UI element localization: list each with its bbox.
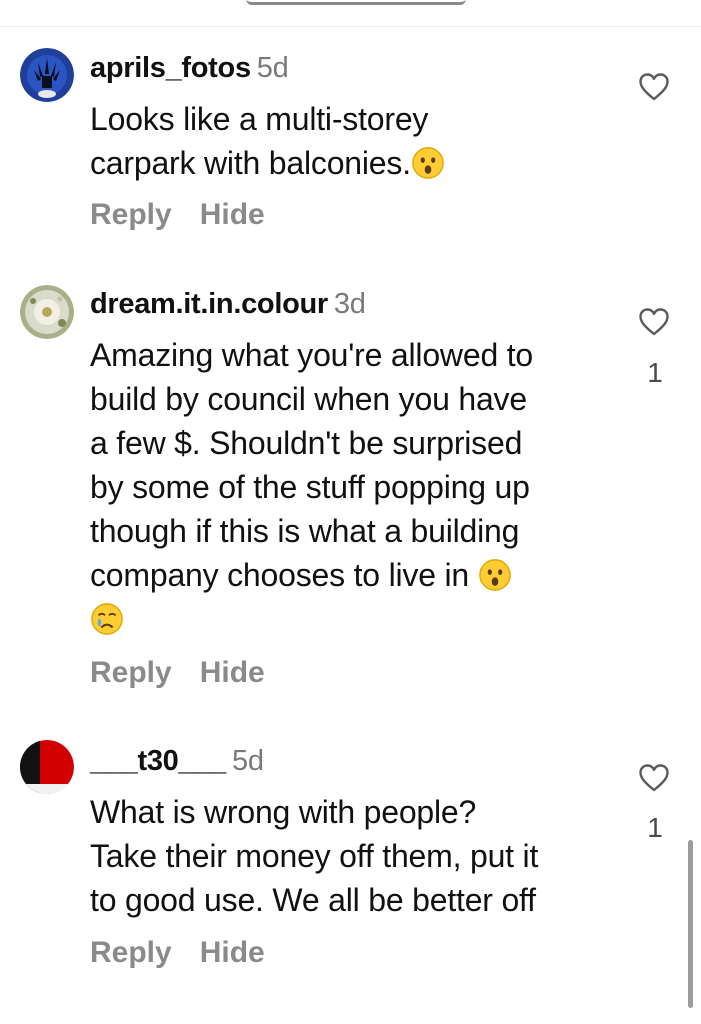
- comment-actions: Reply Hide: [90, 198, 293, 232]
- comments-screen: aprils_fotos 5d Looks like a multi-storey…: [0, 0, 701, 1024]
- crying-face-emoji-icon: [91, 603, 123, 635]
- hide-button[interactable]: Hide: [200, 198, 265, 231]
- avatar[interactable]: [20, 48, 74, 102]
- header-fragment: [246, 0, 466, 5]
- comment-timestamp: 3d: [333, 288, 366, 320]
- reply-button[interactable]: Reply: [90, 656, 172, 689]
- avatar[interactable]: [20, 740, 74, 794]
- astonished-face-emoji-icon: [478, 559, 511, 591]
- like-heart-icon[interactable]: [638, 763, 670, 793]
- comment-text: Amazing what you're allowed to build by …: [90, 333, 620, 641]
- hide-button[interactable]: Hide: [200, 656, 265, 689]
- like-heart-icon[interactable]: [638, 72, 670, 102]
- comment-text: Looks like a multi-storey carpark with b…: [90, 97, 620, 185]
- comment-username[interactable]: ___t30___ 5d: [90, 745, 264, 778]
- hide-button[interactable]: Hide: [200, 936, 265, 969]
- comment-username[interactable]: dream.it.in.colour 3d: [90, 288, 366, 321]
- comment-actions: Reply Hide: [90, 656, 293, 690]
- like-heart-icon[interactable]: [638, 307, 670, 337]
- avatar[interactable]: [20, 285, 74, 339]
- like-count: 1: [647, 357, 663, 388]
- comment-timestamp: 5d: [256, 52, 289, 84]
- reply-button[interactable]: Reply: [90, 936, 172, 969]
- reply-button[interactable]: Reply: [90, 198, 172, 231]
- top-header-strip: [0, 0, 701, 27]
- comment-actions: Reply Hide: [90, 936, 293, 970]
- comment-timestamp: 5d: [232, 745, 264, 777]
- astonished-face-emoji-icon: [412, 147, 444, 179]
- comment-text: What is wrong with people? Take their mo…: [90, 794, 539, 918]
- scrollbar[interactable]: [688, 840, 693, 1008]
- comment-username[interactable]: aprils_fotos 5d: [90, 52, 289, 85]
- like-count: 1: [647, 812, 663, 843]
